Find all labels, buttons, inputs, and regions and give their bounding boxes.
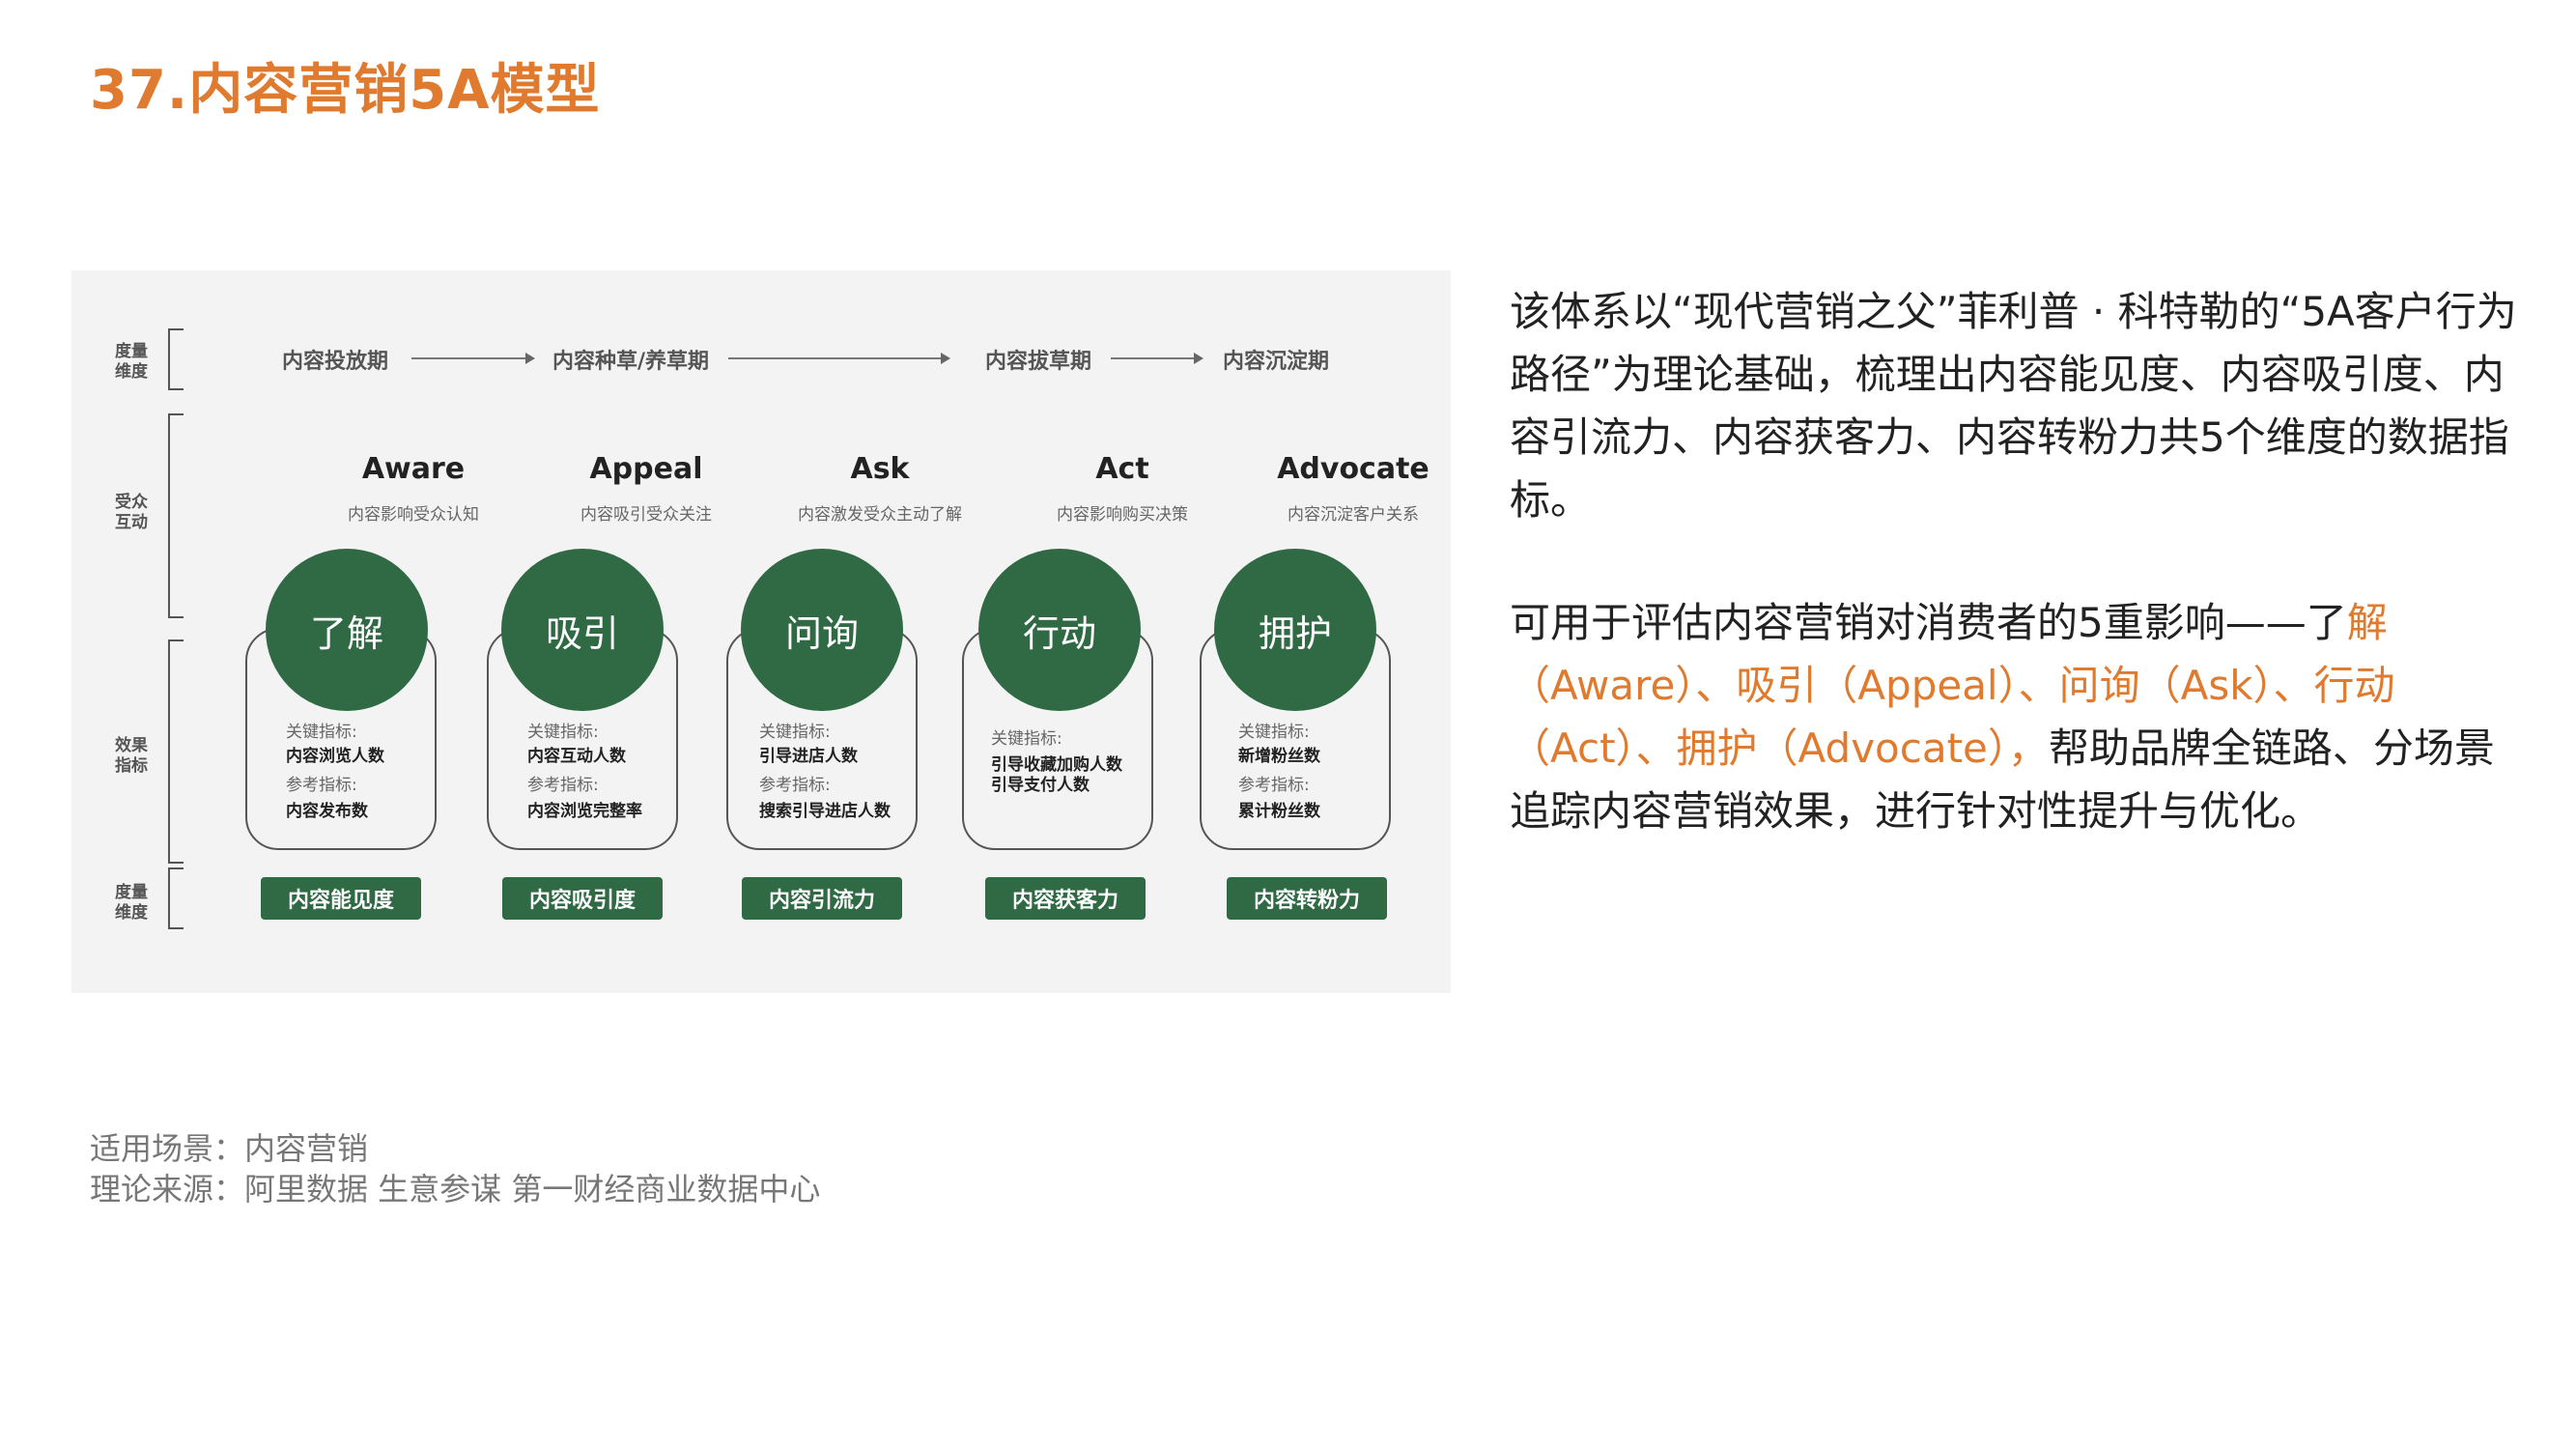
bracket-metrics [168, 639, 184, 864]
footer-scene: 适用场景：内容营销 [90, 1130, 369, 1167]
ref-metric-value: 内容发布数 [286, 802, 368, 821]
bracket-top [168, 328, 184, 390]
stage-circle: 行动 [978, 549, 1141, 711]
bracket-bottom [168, 867, 184, 929]
ref-metric-label: 参考指标: [759, 776, 831, 795]
5a-model-diagram: 度量维度 受众互动 效果指标 度量维度 内容投放期 内容种草/养草期 内容拔草期… [71, 270, 1451, 993]
column-title: Appeal [589, 452, 703, 486]
stage-label: 内容投放期 [282, 350, 389, 374]
key-metric-value-2: 引导支付人数 [991, 776, 1090, 795]
ref-metric-value: 搜索引导进店人数 [759, 802, 891, 821]
column-subtitle: 内容吸引受众关注 [580, 505, 712, 525]
stage-circle: 问询 [741, 549, 903, 711]
stage-label: 内容拔草期 [985, 350, 1092, 374]
key-metric-label: 关键指标: [286, 723, 357, 742]
dimension-badge: 内容吸引度 [502, 877, 663, 920]
stage-arrow [411, 357, 527, 359]
row-label-bottom-dimension: 度量维度 [115, 883, 148, 923]
stage-arrow [1111, 357, 1196, 359]
stage-circle: 吸引 [501, 549, 664, 711]
column-subtitle: 内容影响购买决策 [1057, 505, 1188, 525]
description-paragraph-2: 可用于评估内容营销对消费者的5重影响——了解（Aware）、吸引（Appeal）… [1510, 591, 2524, 842]
key-metric-value: 内容浏览人数 [286, 747, 384, 766]
arrow-head-icon [525, 353, 535, 364]
ref-metric-label: 参考指标: [527, 776, 599, 795]
dimension-badge: 内容能见度 [261, 877, 421, 920]
column-title: Ask [850, 452, 910, 486]
key-metric-value: 内容互动人数 [527, 747, 626, 766]
row-label-metrics: 效果指标 [115, 736, 148, 776]
page-title: 37.内容营销5A模型 [90, 59, 601, 122]
description-paragraph-1: 该体系以“现代营销之父”菲利普 · 科特勒的“5A客户行为路径”为理论基础，梳理… [1510, 288, 2517, 524]
stage-label: 内容种草/养草期 [552, 350, 710, 374]
ref-metric-label: 参考指标: [1238, 776, 1310, 795]
bracket-interaction [168, 413, 184, 618]
row-label-top-dimension: 度量维度 [115, 342, 148, 382]
stage-circle: 了解 [266, 549, 428, 711]
key-metric-value: 引导进店人数 [759, 747, 858, 766]
stage-label: 内容沉淀期 [1223, 350, 1330, 374]
footer-source: 理论来源：阿里数据 生意参谋 第一财经商业数据中心 [90, 1171, 821, 1208]
ref-metric-value: 累计粉丝数 [1238, 802, 1320, 821]
column-title: Aware [361, 452, 466, 486]
ref-metric-label: 参考指标: [286, 776, 357, 795]
column-subtitle: 内容影响受众认知 [348, 505, 479, 525]
key-metric-label: 关键指标: [1238, 723, 1310, 742]
dimension-badge: 内容转粉力 [1227, 877, 1387, 920]
key-metric-value: 新增粉丝数 [1238, 747, 1320, 766]
dimension-badge: 内容引流力 [742, 877, 902, 920]
stage-circle: 拥护 [1214, 549, 1376, 711]
key-metric-label: 关键指标: [527, 723, 599, 742]
description-text: 可用于评估内容营销对消费者的5重影响——了 [1510, 599, 2347, 646]
column-subtitle: 内容沉淀客户关系 [1288, 505, 1419, 525]
ref-metric-value: 内容浏览完整率 [527, 802, 642, 821]
key-metric-label: 关键指标: [759, 723, 831, 742]
stage-arrow [728, 357, 943, 359]
column-subtitle: 内容激发受众主动了解 [798, 505, 962, 525]
dimension-badge: 内容获客力 [985, 877, 1146, 920]
row-label-interaction: 受众互动 [115, 493, 148, 532]
column-title: Advocate [1277, 452, 1430, 486]
column-title: Act [1095, 452, 1149, 486]
key-metric-label: 关键指标: [991, 729, 1062, 749]
arrow-head-icon [1194, 353, 1203, 364]
arrow-head-icon [941, 353, 950, 364]
